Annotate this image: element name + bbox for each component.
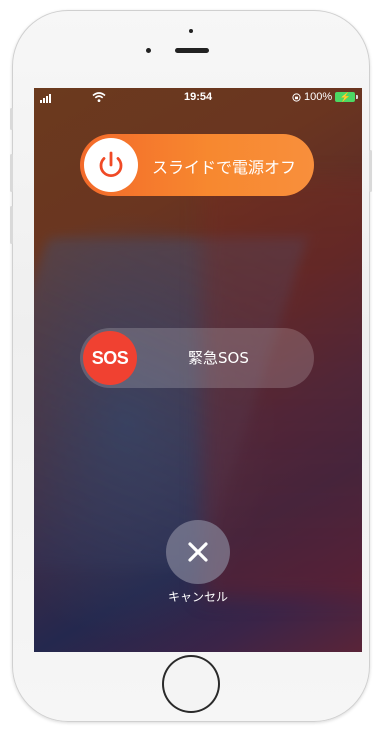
battery-charging-icon: ⚡ (335, 92, 359, 102)
front-camera (146, 48, 151, 53)
cancel-label: キャンセル (167, 590, 228, 604)
slide-to-power-off[interactable]: スライドで電源オフ (80, 134, 314, 196)
mute-switch (10, 108, 13, 130)
orientation-lock-icon (292, 92, 301, 102)
emergency-sos-label: 緊急SOS (188, 349, 249, 367)
proximity-sensor (189, 29, 193, 33)
home-button[interactable] (162, 655, 220, 713)
earpiece-speaker (175, 48, 209, 53)
wifi-icon (92, 92, 106, 102)
volume-up-button (10, 154, 13, 192)
power-off-knob[interactable] (84, 138, 138, 192)
power-icon (99, 151, 123, 178)
signal-icon (40, 94, 51, 103)
battery-percent: 100% (304, 91, 333, 103)
status-bar: 19:54 100% ⚡ (34, 88, 362, 108)
status-right-group: 100% ⚡ (292, 91, 359, 103)
emergency-sos-slider[interactable]: SOS 緊急SOS (80, 328, 314, 388)
volume-down-button (10, 206, 13, 244)
sos-knob[interactable]: SOS (83, 331, 137, 385)
power-off-label: スライドで電源オフ (152, 158, 297, 177)
close-icon (188, 542, 208, 562)
status-time: 19:54 (184, 91, 213, 103)
cancel-button[interactable] (166, 520, 230, 584)
side-power-button (369, 150, 372, 192)
screen: 19:54 100% ⚡ スライドで電源オフ SOS 緊急SOS キャンセル (34, 88, 362, 652)
